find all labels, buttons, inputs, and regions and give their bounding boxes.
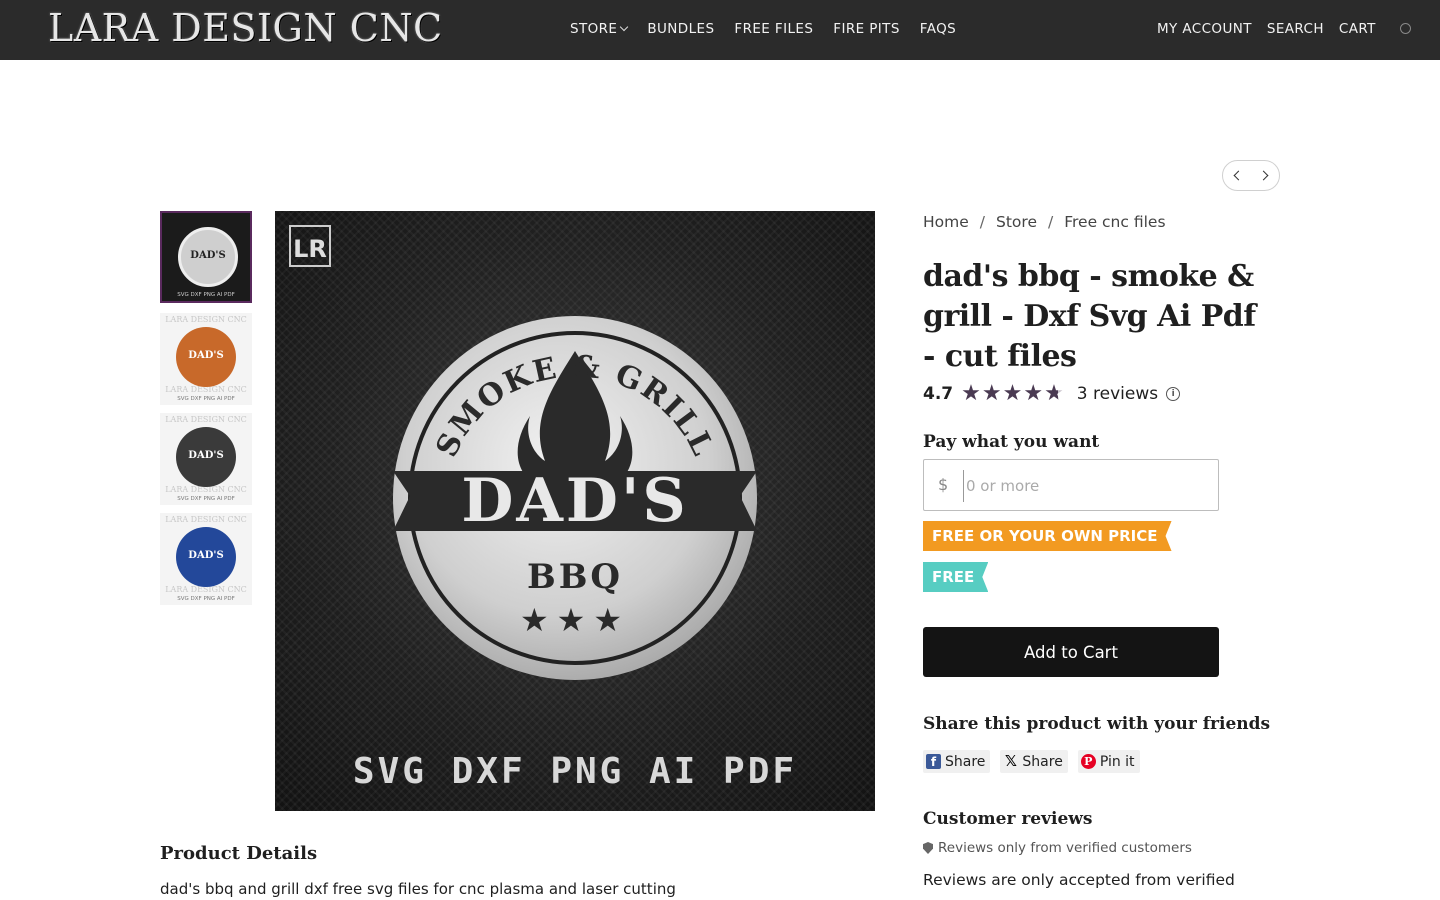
info-icon[interactable]: i	[1166, 387, 1181, 401]
free-or-own-price-badge: FREE OR YOUR OWN PRICE	[923, 521, 1172, 551]
product-thumbnail-4[interactable]: LARA DESIGN CNC LARA DESIGN CNC DAD'S SV…	[160, 513, 252, 605]
share-buttons: f Share 𝕏 Share P Pin it	[923, 750, 1140, 773]
thumbnail-caption: SVG DXF PNG AI PDF	[177, 496, 235, 502]
thumbnail-disc-label: DAD'S	[188, 450, 224, 461]
x-icon: 𝕏	[1004, 752, 1017, 770]
cart-indicator-icon[interactable]	[1399, 23, 1411, 34]
pinterest-pin-label: Pin it	[1099, 753, 1135, 770]
thumbnail-disc-label: DAD'S	[188, 350, 224, 361]
thumbnail-watermark: LARA DESIGN CNC	[165, 515, 247, 524]
account-nav: MY ACCOUNT SEARCH CART	[1157, 21, 1411, 37]
star-row: ★★★	[520, 601, 630, 639]
previous-product-button[interactable]	[1223, 161, 1251, 190]
product-thumbnail-1[interactable]: DAD'S SVG DXF PNG AI PDF	[160, 211, 252, 303]
currency-symbol: $	[938, 475, 949, 494]
nav-my-account[interactable]: MY ACCOUNT	[1157, 21, 1252, 37]
site-logo[interactable]: LARA DESIGN CNC	[48, 6, 443, 50]
thumbnail-watermark: LARA DESIGN CNC	[165, 315, 247, 324]
facebook-share-label: Share	[945, 753, 986, 770]
thumbnail-caption: SVG DXF PNG AI PDF	[177, 596, 235, 602]
star-icon: ★	[1023, 381, 1044, 406]
nav-search[interactable]: SEARCH	[1267, 21, 1324, 37]
thumbnail-caption: SVG DXF PNG AI PDF	[177, 396, 235, 402]
breadcrumb-store[interactable]: Store	[996, 213, 1037, 231]
nav-free-files[interactable]: FREE FILES	[734, 21, 813, 37]
product-thumbnail-2[interactable]: LARA DESIGN CNC LARA DESIGN CNC DAD'S SV…	[160, 313, 252, 405]
next-product-button[interactable]	[1251, 161, 1279, 190]
sub-text: BBQ	[527, 557, 623, 597]
share-heading: Share this product with your friends	[923, 714, 1271, 734]
chevron-left-icon	[1233, 170, 1244, 181]
product-details-text: dad's bbq and grill dxf free svg files f…	[160, 880, 676, 898]
breadcrumb: Home / Store / Free cnc files	[923, 213, 1166, 231]
product-thumbnail-3[interactable]: LARA DESIGN CNC LARA DESIGN CNC DAD'S SV…	[160, 413, 252, 505]
price-input-box: $	[923, 459, 1219, 511]
rating-stars: ★ ★ ★ ★ ★	[961, 383, 1064, 405]
brand-mark-text: LR	[293, 235, 327, 263]
main-product-image[interactable]: LR SMOKE & GRILL DAD'S BBQ ★★★ SVG DXF P…	[275, 211, 875, 811]
chevron-down-icon	[620, 22, 629, 32]
thumbnail-disc-label: DAD'S	[190, 250, 226, 261]
product-carousel-arrows	[1222, 160, 1280, 191]
customer-reviews-heading: Customer reviews	[923, 809, 1093, 829]
verified-reviews-note: Reviews only from verified customers	[923, 840, 1192, 856]
x-share-button[interactable]: 𝕏 Share	[1000, 750, 1068, 773]
free-badge: FREE	[923, 562, 988, 592]
reviews-policy-text: Reviews are only accepted from verified	[923, 871, 1235, 889]
thumbnail-caption: SVG DXF PNG AI PDF	[177, 292, 235, 298]
star-icon: ★	[1002, 381, 1023, 406]
breadcrumb-home[interactable]: Home	[923, 213, 969, 231]
star-icon: ★	[961, 381, 981, 406]
breadcrumb-separator: /	[979, 213, 986, 231]
facebook-share-button[interactable]: f Share	[923, 750, 991, 773]
x-share-label: Share	[1022, 753, 1063, 770]
nav-bundles[interactable]: BUNDLES	[647, 21, 714, 37]
nav-cart[interactable]: CART	[1339, 21, 1376, 37]
chevron-right-icon	[1258, 170, 1269, 181]
product-rating: 4.7 ★ ★ ★ ★ ★ 3 reviews i	[923, 383, 1181, 405]
product-details-heading: Product Details	[160, 843, 318, 864]
add-to-cart-button[interactable]: Add to Cart	[923, 627, 1219, 677]
nav-store-label: STORE	[570, 21, 618, 37]
product-title: dad's bbq - smoke & grill - Dxf Svg Ai P…	[923, 259, 1256, 374]
custom-price-input[interactable]	[966, 470, 1206, 502]
breadcrumb-free-cnc-files[interactable]: Free cnc files	[1064, 213, 1165, 231]
half-star-icon: ★	[1044, 381, 1064, 406]
shield-icon	[923, 842, 933, 854]
main-nav: STORE BUNDLES FREE FILES FIRE PITS FAQS	[570, 21, 956, 37]
bbq-sign-graphic: LR SMOKE & GRILL DAD'S BBQ ★★★	[289, 225, 757, 680]
top-navigation-bar: LARA DESIGN CNC STORE BUNDLES FREE FILES…	[0, 0, 1440, 60]
thumbnail-watermark: LARA DESIGN CNC	[165, 415, 247, 424]
facebook-icon: f	[926, 754, 941, 769]
rating-value: 4.7	[923, 384, 954, 404]
reviews-count-link[interactable]: 3 reviews	[1077, 384, 1158, 404]
breadcrumb-separator: /	[1047, 213, 1054, 231]
center-text: DAD'S	[461, 466, 688, 536]
thumbnail-disc-label: DAD'S	[188, 550, 224, 561]
pinterest-icon: P	[1080, 754, 1096, 769]
pinterest-pin-button[interactable]: P Pin it	[1077, 750, 1140, 773]
pay-what-you-want-label: Pay what you want	[923, 432, 1100, 452]
star-icon: ★	[981, 381, 1002, 406]
nav-store[interactable]: STORE	[570, 21, 629, 37]
nav-faqs[interactable]: FAQS	[920, 21, 956, 37]
nav-fire-pits[interactable]: FIRE PITS	[833, 21, 900, 37]
input-divider	[963, 470, 964, 502]
verified-reviews-text: Reviews only from verified customers	[938, 840, 1192, 856]
file-formats-label: SVG DXF PNG AI PDF	[352, 751, 798, 792]
